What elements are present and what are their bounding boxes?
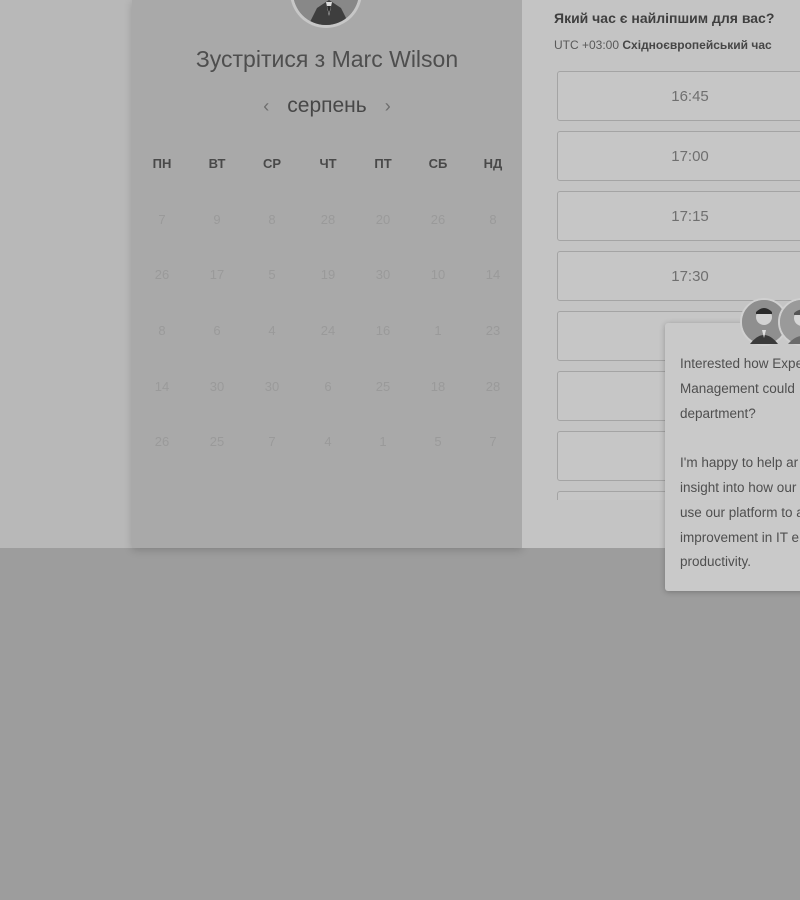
calendar-day[interactable]: 6 [308,379,348,394]
timezone-label: UTC +03:00 Східноєвропейський час [554,38,772,52]
calendar-day[interactable]: 30 [363,267,403,282]
calendar-day[interactable]: 30 [252,379,292,394]
calendar-day[interactable]: 7 [252,434,292,449]
chevron-right-icon[interactable]: › [385,96,391,117]
calendar-day[interactable]: 8 [473,212,513,227]
time-slot-button[interactable]: 17:00 [557,131,800,181]
calendar-day[interactable]: 30 [197,379,237,394]
weekday-label: СБ [428,156,448,171]
calendar-day[interactable]: 24 [308,323,348,338]
calendar-day[interactable]: 1 [363,434,403,449]
calendar-day[interactable]: 10 [418,267,458,282]
time-slot-button[interactable]: 16:45 [557,71,800,121]
calendar-day[interactable]: 1 [418,323,458,338]
calendar-day[interactable]: 4 [308,434,348,449]
calendar-day[interactable]: 20 [363,212,403,227]
chat-agent-avatars[interactable] [740,298,800,348]
time-question: Який час є найліпшим для вас? [554,10,775,26]
weekday-label: НД [483,156,503,171]
agent-avatar [778,298,800,346]
calendar-day[interactable]: 17 [197,267,237,282]
chevron-left-icon[interactable]: ‹ [263,96,269,117]
month-label: серпень [287,94,367,117]
time-slot-label: 17:00 [671,147,709,165]
calendar-day[interactable]: 7 [142,212,182,227]
calendar-day[interactable]: 5 [252,267,292,282]
calendar-day[interactable]: 14 [473,267,513,282]
calendar-day[interactable]: 25 [363,379,403,394]
weekday-label: ПН [152,156,172,171]
calendar-day[interactable]: 6 [197,323,237,338]
weekday-label: СР [262,156,282,171]
calendar-day[interactable]: 26 [418,212,458,227]
calendar-day[interactable]: 26 [142,267,182,282]
meeting-title: Зустрітися з Marc Wilson [195,46,459,72]
timezone-name[interactable]: Східноєвропейський час [622,38,771,52]
calendar-day[interactable]: 19 [308,267,348,282]
calendar-day[interactable]: 28 [473,379,513,394]
calendar-day[interactable]: 23 [473,323,513,338]
timezone-offset: UTC +03:00 [554,38,620,52]
calendar-day[interactable]: 5 [418,434,458,449]
calendar-day[interactable]: 8 [252,212,292,227]
time-slot-label: 16:45 [671,87,709,105]
time-slot-label: 17:15 [671,207,709,225]
calendar-day[interactable]: 28 [308,212,348,227]
calendar-day[interactable]: 4 [252,323,292,338]
weekday-label: ЧТ [319,156,337,171]
calendar-day[interactable]: 26 [142,434,182,449]
calendar-day[interactable]: 14 [142,379,182,394]
weekday-label: ВТ [208,156,226,171]
calendar-day[interactable]: 25 [197,434,237,449]
person-icon [780,300,800,344]
time-slot-label: 17:30 [671,267,709,285]
calendar-day[interactable]: 8 [142,323,182,338]
calendar-day[interactable]: 16 [363,323,403,338]
calendar-day[interactable]: 7 [473,434,513,449]
calendar-day[interactable]: 9 [197,212,237,227]
chat-message: Interested how Expe Management could dep… [680,356,800,570]
time-slot-button[interactable]: 17:30 [557,251,800,301]
calendar-day[interactable]: 18 [418,379,458,394]
weekday-label: ПТ [374,156,392,171]
time-slot-button[interactable]: 17:15 [557,191,800,241]
month-navigation: ‹ серпень › [132,94,522,118]
